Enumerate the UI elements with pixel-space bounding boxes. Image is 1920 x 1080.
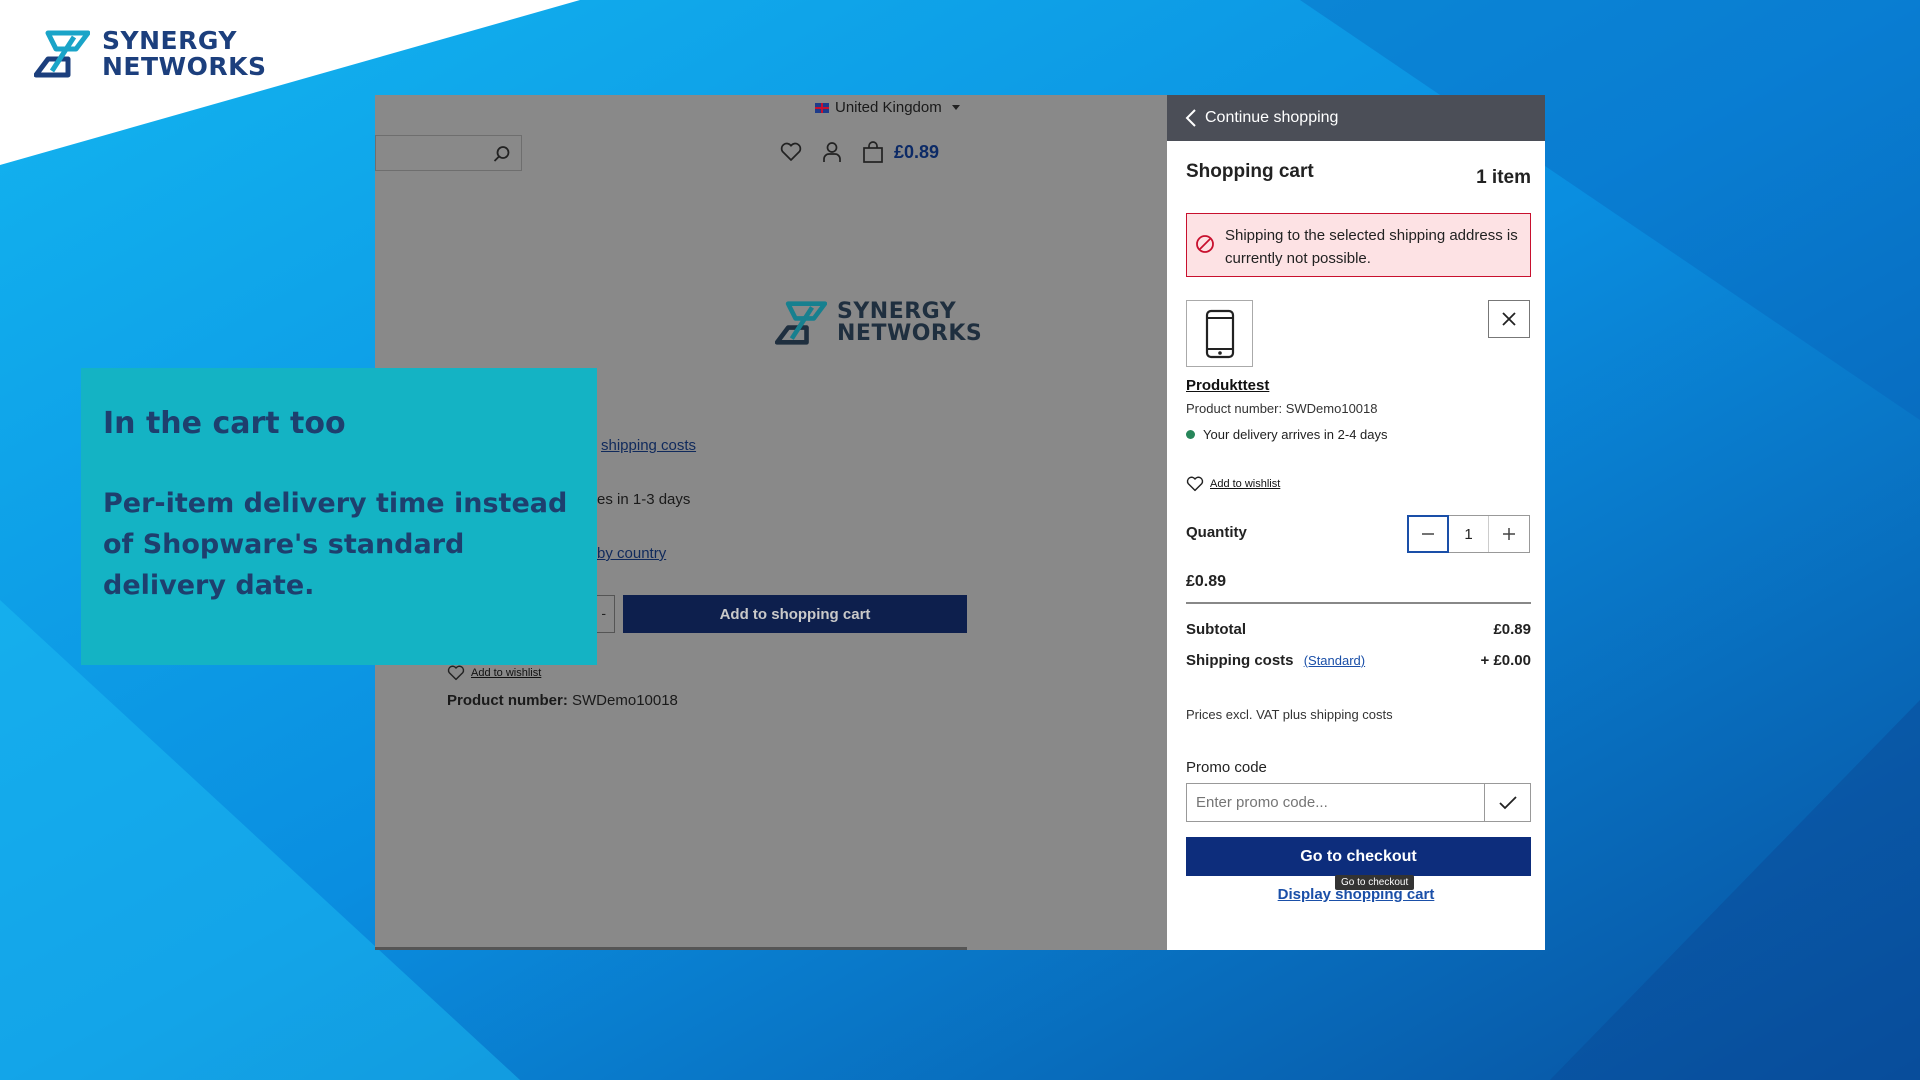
product-number: Product number: SWDemo10018 [447,692,678,709]
feature-callout: In the cart too Per-item delivery time i… [81,368,597,665]
callout-title: In the cart too [103,406,346,441]
increase-quantity-button[interactable] [1489,516,1529,552]
add-to-cart-button[interactable]: Add to shopping cart [623,595,967,633]
heart-icon[interactable] [780,142,802,162]
callout-body: Per-item delivery time instead of Shopwa… [103,488,568,601]
minus-icon [1422,533,1434,535]
vat-note: Prices excl. VAT plus shipping costs [1186,707,1393,722]
search-icon[interactable] [493,145,511,163]
synergy-logo-icon [34,30,90,78]
cart-wishlist-label: Add to wishlist [1210,478,1281,490]
subtotal-label: Subtotal [1186,621,1246,638]
alert-text: Shipping to the selected shipping addres… [1225,227,1518,267]
shop-logo-icon [775,301,827,345]
summary-divider [1186,602,1531,604]
apply-promo-button[interactable] [1484,784,1530,821]
shipping-error-alert: Shipping to the selected shipping addres… [1186,213,1531,277]
quantity-value[interactable]: 1 [1449,516,1489,552]
heart-icon [447,665,465,681]
shop-logo: SYNERGY NETWORKS [775,300,982,346]
page-divider [375,947,967,950]
shipping-method-link[interactable]: (Standard) [1304,653,1365,668]
wishlist-label: Add to wishlist [471,667,542,679]
close-icon [1502,312,1516,326]
subtotal-value: £0.89 [1493,621,1531,638]
promo-code-label: Promo code [1186,759,1267,776]
phone-icon [1205,309,1234,358]
cart-offcanvas: Continue shopping Shopping cart 1 item S… [1167,95,1545,950]
user-icon[interactable] [822,141,842,163]
decrease-quantity-button[interactable] [1407,515,1449,553]
subtotal-row: Subtotal £0.89 [1186,621,1531,638]
quantity-select-value: - [601,605,606,621]
product-name-link[interactable]: Produkttest [1186,377,1269,394]
cart-total[interactable]: £0.89 [894,142,939,163]
plus-icon [1503,528,1515,540]
delivery-info: es in 1-3 days [597,491,691,508]
brand-logo: SYNERGY NETWORKS [34,28,267,80]
checkout-tooltip: Go to checkout [1335,875,1415,890]
by-country-link[interactable]: by country [597,545,666,562]
continue-shopping-button[interactable]: Continue shopping [1167,95,1545,141]
product-thumbnail[interactable] [1186,300,1253,367]
caret-down-icon [951,105,960,110]
go-to-checkout-button[interactable]: Go to checkout [1186,837,1531,876]
country-label: United Kingdom [835,99,942,116]
cart-item-count: 1 item [1476,167,1531,188]
search-input[interactable] [375,135,522,171]
product-number-value: SWDemo10018 [572,692,678,709]
chevron-left-icon [1185,109,1196,127]
shop-logo-line-2: NETWORKS [837,321,983,346]
heart-icon [1186,476,1204,492]
quantity-label: Quantity [1186,524,1247,541]
remove-item-button[interactable] [1488,300,1530,338]
product-number-label: Product number: [447,692,568,709]
quantity-stepper: 1 [1407,515,1530,553]
country-selector[interactable]: United Kingdom [815,99,960,116]
cart-product-number: Product number: SWDemo10018 [1186,401,1378,416]
continue-shopping-label: Continue shopping [1205,109,1339,126]
uk-flag-icon [815,102,829,113]
header-actions: £0.89 [780,141,939,163]
logo-line-2: NETWORKS [102,52,267,81]
shop-logo-line-1: SYNERGY [837,299,957,324]
bag-icon[interactable] [862,141,884,163]
shipping-value: + £0.00 [1480,652,1531,669]
check-icon [1498,795,1517,809]
promo-code-input[interactable] [1187,784,1484,821]
line-item-price: £0.89 [1186,573,1227,590]
logo-line-1: SYNERGY [102,26,237,55]
delivery-text: Your delivery arrives in 2-4 days [1203,427,1388,442]
promo-code-field [1186,783,1531,822]
shipping-label: Shipping costs [1186,652,1294,669]
shipping-row: Shipping costs (Standard) + £0.00 [1186,652,1531,669]
add-to-wishlist-link[interactable]: Add to wishlist [447,665,541,681]
ban-icon [1196,235,1214,253]
cart-title: Shopping cart [1186,161,1314,182]
delivery-status-dot [1186,430,1195,439]
delivery-time: Your delivery arrives in 2-4 days [1186,427,1388,442]
cart-add-to-wishlist-link[interactable]: Add to wishlist [1186,476,1280,492]
shipping-costs-link[interactable]: shipping costs [601,437,696,454]
